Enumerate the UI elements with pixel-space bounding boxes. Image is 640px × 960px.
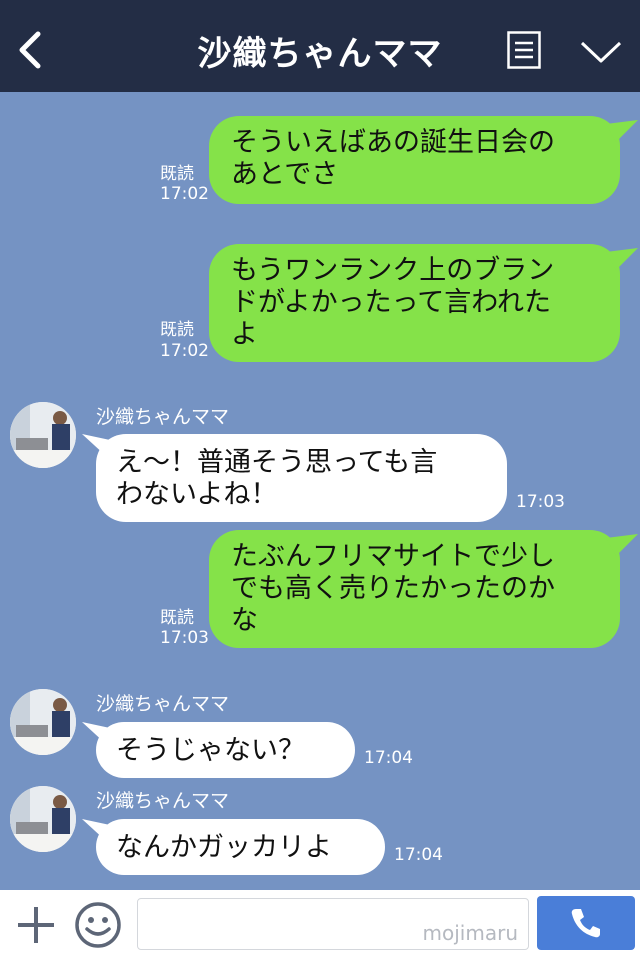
outgoing-message-bubble[interactable]: もうワンランク上のブラン ドがよかったって言われた よ (209, 244, 620, 362)
emoji-icon[interactable] (74, 901, 122, 949)
input-bar: mojimaru (0, 890, 640, 960)
chat-title: 沙織ちゃんママ (197, 34, 443, 74)
bubble-tail (606, 534, 638, 556)
plus-icon[interactable] (14, 903, 58, 947)
phone-icon (571, 909, 600, 938)
sender-name: 沙織ちゃんママ (96, 790, 230, 812)
avatar-photo-icon (10, 689, 76, 755)
message-time: 17:04 (394, 845, 443, 865)
message-time: 17:04 (364, 748, 413, 768)
avatar[interactable] (10, 689, 76, 755)
message-text-line: え〜！普通そう思っても言 (116, 447, 438, 478)
message-text-line: たぶんフリマサイトで少し (231, 541, 555, 572)
read-receipt: 既読 (160, 164, 194, 184)
avatar[interactable] (10, 786, 76, 852)
incoming-message-bubble[interactable]: え〜！普通そう思っても言 わないよね！ (96, 434, 507, 522)
read-receipt: 既読 (160, 320, 194, 340)
message-text-line: もうワンランク上のブラン (231, 255, 555, 286)
call-button[interactable] (537, 896, 635, 950)
outgoing-message-bubble[interactable]: そういえばあの誕生日会の あとでさ (209, 116, 620, 204)
read-receipt: 既読 (160, 608, 194, 628)
message-text-line: でも高く売りたかったのか (231, 573, 555, 604)
message-list: 既読 17:02 そういえばあの誕生日会の あとでさ 既読 17:02 もうワン… (0, 92, 640, 890)
watermark: mojimaru (422, 921, 518, 945)
message-text-line: わないよね！ (116, 479, 278, 510)
message-time: 17:02 (160, 184, 209, 204)
avatar[interactable] (10, 402, 76, 468)
menu-icon[interactable] (507, 31, 541, 69)
chat-header: 沙織ちゃんママ (0, 0, 640, 92)
message-time: 17:03 (516, 492, 565, 512)
bubble-tail (606, 248, 638, 270)
message-input[interactable]: mojimaru (137, 898, 529, 950)
message-text-line: な (231, 605, 258, 636)
bubble-tail (606, 120, 638, 142)
avatar-photo-icon (10, 786, 76, 852)
incoming-message-bubble[interactable]: なんかガッカリよ (96, 819, 385, 875)
sender-name: 沙織ちゃんママ (96, 693, 230, 715)
message-text-line: そうじゃない？ (116, 735, 305, 766)
message-text-line: あとでさ (231, 159, 339, 190)
message-text-line: よ (231, 319, 258, 350)
message-text-line: そういえばあの誕生日会の (231, 127, 555, 158)
message-text-line: なんかガッカリよ (116, 832, 332, 863)
chevron-down-icon[interactable] (580, 40, 622, 64)
message-text-line: ドがよかったって言われた (231, 287, 551, 318)
sender-name: 沙織ちゃんママ (96, 406, 230, 428)
avatar-photo-icon (10, 402, 76, 468)
incoming-message-bubble[interactable]: そうじゃない？ (96, 722, 355, 778)
outgoing-message-bubble[interactable]: たぶんフリマサイトで少し でも高く売りたかったのか な (209, 530, 620, 648)
message-time: 17:03 (160, 628, 209, 648)
message-time: 17:02 (160, 341, 209, 361)
